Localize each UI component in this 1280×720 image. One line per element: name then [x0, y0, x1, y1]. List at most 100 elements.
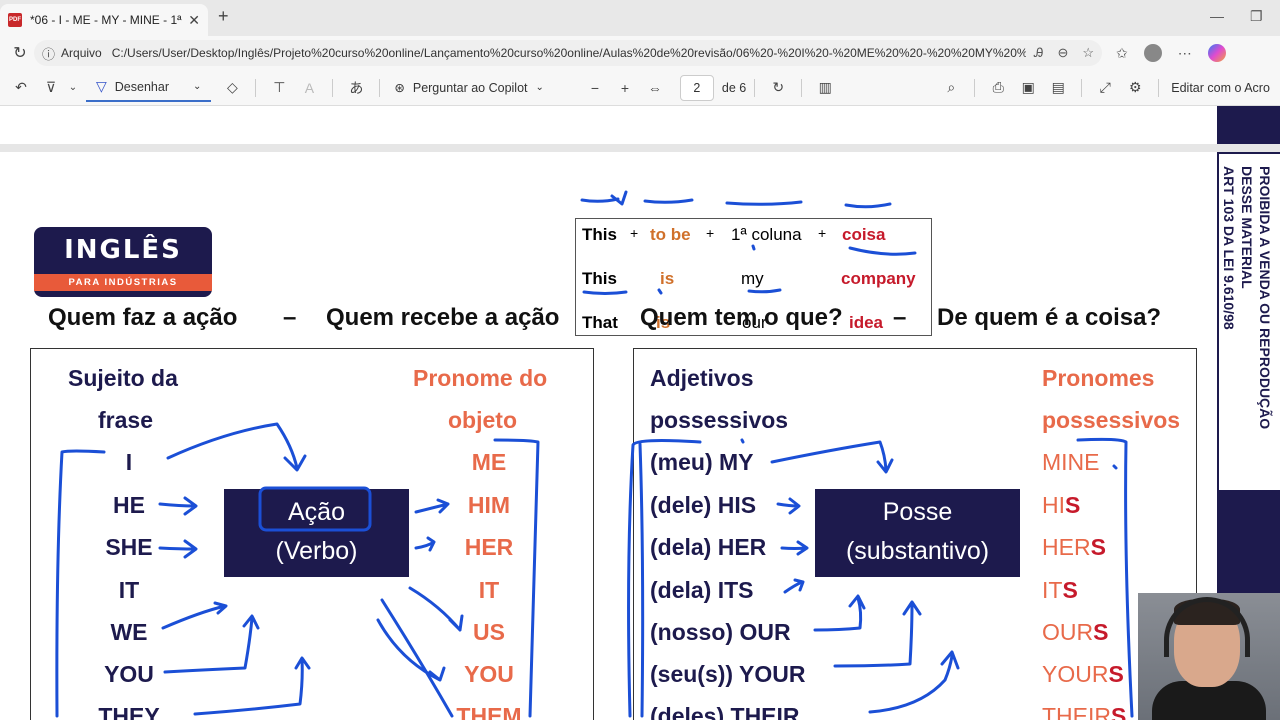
page-1-side-strip — [1217, 106, 1280, 144]
pronoun-its: ITS — [1042, 577, 1078, 604]
divider — [974, 78, 976, 97]
heading-who-receives: Quem recebe a ação — [326, 304, 560, 331]
edit-with-acrobat-button[interactable]: Editar com o Acro — [1171, 81, 1270, 95]
zoom-out-icon[interactable]: − — [580, 80, 610, 96]
fullscreen-icon[interactable]: ⤢ — [1090, 79, 1120, 96]
subject-header-line1: Sujeito da — [68, 365, 178, 391]
heading-dash: – — [893, 304, 907, 331]
minimize-icon[interactable]: — — [1210, 8, 1224, 24]
eraser-icon[interactable]: ◇ — [217, 79, 247, 96]
pdf-icon: PDF — [8, 13, 22, 27]
object-you: YOU — [464, 661, 514, 687]
page-view-icon[interactable]: ▥ — [810, 79, 840, 96]
fit-page-icon[interactable]: ⇔ — [640, 80, 670, 96]
print-icon[interactable]: ⎙ — [983, 79, 1013, 96]
address-bar: ↻ ⓘ Arquivo C:/Users/User/Desktop/Inglês… — [0, 36, 1280, 70]
draw-button[interactable]: ▽ Desenhar ⌄ — [86, 74, 212, 102]
copilot-outline-icon: ⊛ — [394, 81, 405, 95]
pronoun-stem: MINE — [1042, 449, 1100, 475]
undo-icon[interactable]: ↶ — [6, 79, 36, 96]
favorite-star-icon[interactable]: ☆ — [1082, 45, 1094, 61]
chevron-down-icon: ⌄ — [535, 82, 544, 93]
object-header-line1: Pronome do — [413, 365, 548, 391]
pronoun-stem: IT — [1042, 577, 1063, 603]
example-2-that: That — [582, 313, 618, 332]
address-scheme: Arquivo — [61, 46, 102, 60]
pronoun-mine: MINE — [1042, 449, 1100, 476]
divider — [754, 78, 756, 97]
adjective-your: (seu(s)) YOUR — [650, 661, 806, 687]
ask-copilot-label: Perguntar ao Copilot — [412, 80, 528, 95]
subject-she: SHE — [105, 534, 153, 560]
zoom-icon[interactable]: ⊖ — [1057, 45, 1068, 61]
divider — [801, 78, 803, 97]
object-her: HER — [464, 534, 514, 560]
save-icon[interactable]: ▣ — [1013, 79, 1043, 96]
chevron-down-icon[interactable]: ⌄ — [66, 82, 80, 93]
divider — [1081, 78, 1083, 97]
pronoun-stem: OUR — [1042, 619, 1094, 645]
object-it: IT — [478, 577, 500, 603]
maximize-icon[interactable]: ❐ — [1250, 8, 1263, 25]
zoom-in-icon[interactable]: + — [610, 80, 640, 96]
read-aloud-icon[interactable]: Ꭿ — [1034, 45, 1043, 61]
page-number-input[interactable]: 2 — [679, 74, 714, 101]
brand-logo: INGLÊS PARA INDÚSTRIAS — [34, 227, 212, 297]
object-them: THEM — [456, 703, 522, 720]
pronoun-ours: OURS — [1042, 619, 1108, 646]
text-box-icon[interactable]: ⊤ — [264, 79, 294, 96]
refresh-icon[interactable]: ↻ — [6, 43, 34, 63]
page-total: de 6 — [721, 80, 747, 95]
translate-icon[interactable]: あ — [341, 78, 371, 98]
highlight-icon[interactable]: ⊽ — [36, 79, 66, 96]
heading-who-acts: Quem faz a ação — [48, 304, 238, 331]
subject-you: YOU — [104, 661, 154, 687]
tab-bar: PDF *06 - I - ME - MY - MINE - 1ª Revis … — [0, 0, 1280, 36]
example-1-this: This — [582, 269, 617, 288]
draw-label: Desenhar — [114, 79, 169, 94]
heading-who-has: Quem tem o que? — [640, 304, 843, 331]
address-url: C:/Users/User/Desktop/Inglês/Projeto%20c… — [111, 46, 1027, 60]
search-icon[interactable]: ⌕ — [936, 79, 966, 96]
settings-gear-icon[interactable]: ⚙ — [1120, 79, 1150, 96]
info-icon[interactable]: ⓘ — [42, 44, 55, 63]
divider — [1158, 78, 1160, 97]
copyright-line-1: PROIBIDA A VENDA OU REPRODUÇÃO — [1257, 166, 1273, 430]
save-as-icon[interactable]: ▤ — [1043, 79, 1073, 96]
formula-plus: + — [818, 225, 827, 241]
formula-plus: + — [630, 225, 639, 241]
formula-plus: + — [706, 225, 715, 241]
close-tab-icon[interactable]: ✕ — [188, 12, 200, 29]
favorites-icon[interactable]: ✩ — [1116, 45, 1128, 62]
heading-whose-thing: De quem é a coisa? — [937, 304, 1162, 331]
noun-label: (substantivo) — [845, 537, 990, 565]
subject-we: WE — [110, 619, 148, 645]
more-icon[interactable]: ⋯ — [1178, 45, 1192, 62]
tab-pdf[interactable]: PDF *06 - I - ME - MY - MINE - 1ª Revis … — [0, 4, 208, 36]
divider — [379, 78, 381, 97]
action-label: Ação — [288, 498, 345, 526]
example-1-my: my — [741, 269, 764, 288]
pronoun-stem: HER — [1042, 534, 1091, 560]
pdf-viewport[interactable]: INGLÊS PARA INDÚSTRIAS This + to be + 1ª… — [0, 106, 1280, 720]
profile-avatar[interactable] — [1143, 44, 1162, 62]
pen-icon: ▽ — [96, 78, 107, 94]
verb-label: (Verbo) — [275, 537, 358, 565]
pronoun-hers: HERS — [1042, 534, 1106, 561]
pdf-page-1 — [0, 106, 1217, 144]
adjective-her: (dela) HER — [650, 534, 767, 560]
example-1-company: company — [841, 269, 916, 288]
ask-copilot-button[interactable]: ⊛ Perguntar ao Copilot ⌄ — [394, 80, 544, 96]
copilot-icon[interactable] — [1207, 44, 1226, 62]
text-format-icon: A — [304, 79, 315, 96]
pronoun-suffix: S — [1108, 661, 1124, 687]
adjective-my: (meu) MY — [650, 449, 754, 475]
rotate-icon[interactable]: ↻ — [763, 79, 793, 96]
subject-i: I — [125, 449, 133, 475]
chevron-down-icon: ⌄ — [192, 81, 202, 92]
formula-column: 1ª coluna — [731, 225, 802, 244]
url-input[interactable]: ⓘ Arquivo C:/Users/User/Desktop/Inglês/P… — [34, 40, 1102, 66]
pronoun-suffix: S — [1093, 619, 1109, 645]
subject-they: THEY — [98, 703, 160, 720]
new-tab-button[interactable]: + — [218, 6, 229, 27]
